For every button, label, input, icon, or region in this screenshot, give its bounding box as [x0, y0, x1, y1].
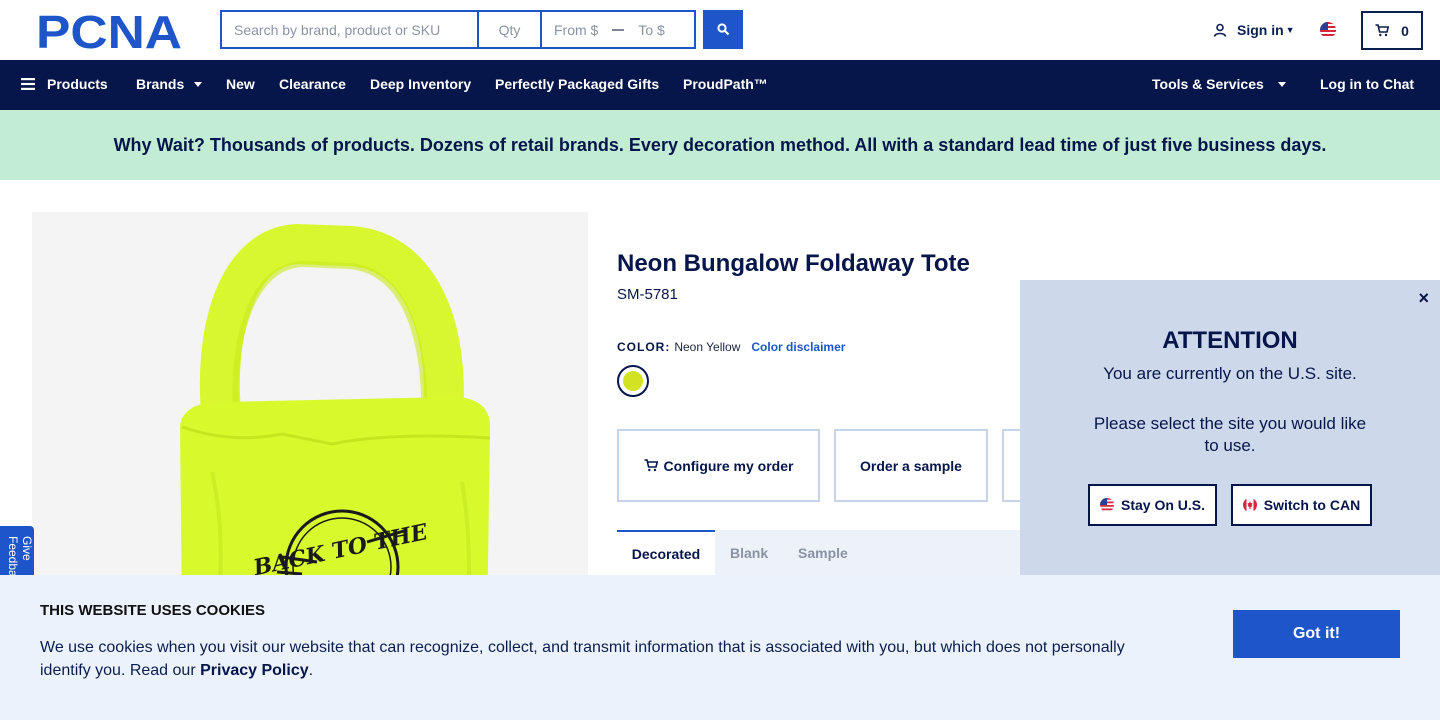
caret-down-icon [194, 81, 203, 87]
nav-clearance[interactable]: Clearance [279, 76, 346, 92]
us-flag-icon [1099, 498, 1114, 512]
nav-products-label: Products [47, 76, 108, 92]
chevron-down-icon: ▼ [1285, 25, 1295, 35]
swatch-fill [623, 371, 643, 391]
popup-current-site-text: You are currently on the U.S. site. [1103, 364, 1357, 383]
sign-in-menu[interactable]: Sign in ▼ [1213, 22, 1295, 38]
nav-brands-label: Brands [136, 76, 185, 92]
cookie-heading: THIS WEBSITE USES COOKIES [40, 602, 266, 619]
promo-banner: Why Wait? Thousands of products. Dozens … [0, 110, 1440, 180]
range-dash [612, 28, 625, 31]
tab-decorated[interactable]: Decorated [617, 530, 715, 575]
color-label: COLOR: [617, 340, 671, 354]
nav-deep-inventory[interactable]: Deep Inventory [370, 76, 471, 92]
configure-order-label: Configure my order [663, 457, 794, 474]
hamburger-icon [21, 78, 35, 90]
color-value: Neon Yellow [674, 340, 741, 354]
top-header: PCNA Search by brand, product or SKU Qty… [0, 0, 1440, 60]
privacy-policy-link[interactable]: Privacy Policy [200, 662, 309, 679]
accept-cookies-label: Got it! [1292, 625, 1341, 642]
search-input[interactable]: Search by brand, product or SKU [220, 10, 478, 49]
product-sku: SM-5781 [617, 286, 678, 303]
product-title: Neon Bungalow Foldaway Tote [617, 250, 970, 277]
cookie-period: . [308, 662, 314, 679]
cookie-text: We use cookies when you visit our websit… [40, 636, 1160, 682]
tab-sample-label: Sample [798, 544, 848, 561]
color-disclaimer-link[interactable]: Color disclaimer [751, 340, 845, 354]
price-from-field[interactable]: From $ [554, 22, 598, 38]
price-range-input[interactable]: From $ To $ [541, 10, 696, 49]
nav-tools-label: Tools & Services [1152, 76, 1264, 92]
main-nav: Products Brands New Clearance Deep Inven… [0, 60, 1440, 110]
nav-proudpath[interactable]: ProudPath™ [683, 76, 768, 92]
nav-clearance-label: Clearance [279, 76, 346, 92]
tab-decorated-label: Decorated [631, 545, 701, 562]
user-icon [1213, 23, 1227, 37]
search-bar: Search by brand, product or SKU Qty From… [220, 10, 696, 49]
qty-input[interactable]: Qty [478, 10, 541, 49]
nav-deep-inventory-label: Deep Inventory [370, 76, 472, 92]
site-selector-popup: × ATTENTION You are currently on the U.S… [1020, 280, 1440, 575]
nav-gifts-label: Perfectly Packaged Gifts [495, 76, 660, 92]
canada-flag-icon [1242, 498, 1257, 512]
tab-sample[interactable]: Sample [798, 530, 848, 575]
pcna-logo[interactable]: PCNA [36, 11, 184, 51]
search-button[interactable] [703, 10, 743, 49]
cart-button[interactable]: 0 [1361, 11, 1423, 50]
login-chat-label: Log in to Chat [1320, 76, 1415, 92]
cookie-banner: THIS WEBSITE USES COOKIES We use cookies… [0, 575, 1440, 720]
stay-us-label: Stay On U.S. [1120, 497, 1206, 513]
price-to-field[interactable]: To $ [638, 22, 664, 38]
order-sample-button[interactable]: Order a sample [834, 429, 988, 502]
cart-count: 0 [1401, 22, 1409, 39]
switch-can-button[interactable]: Switch to CAN [1231, 484, 1372, 526]
stay-us-button[interactable]: Stay On U.S. [1088, 484, 1217, 526]
accept-cookies-button[interactable]: Got it! [1233, 610, 1400, 658]
tab-blank-label: Blank [730, 544, 769, 561]
cart-icon [644, 459, 658, 472]
cart-icon [1375, 24, 1390, 37]
configure-order-button[interactable]: Configure my order [617, 429, 820, 502]
sign-in-label: Sign in [1237, 22, 1284, 38]
login-chat-link[interactable]: Log in to Chat [1320, 76, 1414, 92]
caret-down-icon [1277, 81, 1286, 87]
switch-can-label: Switch to CAN [1263, 497, 1361, 513]
nav-products[interactable]: Products [21, 76, 108, 92]
nav-new-label: New [226, 76, 255, 92]
tab-blank[interactable]: Blank [730, 530, 768, 575]
nav-gifts[interactable]: Perfectly Packaged Gifts [495, 76, 659, 92]
popup-select-site-text: Please select the site you would like to… [1093, 414, 1367, 455]
close-icon[interactable]: × [1418, 288, 1429, 309]
nav-tools-services[interactable]: Tools & Services [1152, 76, 1286, 92]
us-flag-icon[interactable] [1320, 22, 1336, 38]
color-swatch-neon-yellow[interactable] [617, 365, 649, 397]
popup-heading: ATTENTION [1162, 327, 1298, 354]
svg-text:PCNA: PCNA [36, 11, 182, 51]
promo-text: Why Wait? Thousands of products. Dozens … [113, 134, 1327, 155]
nav-proudpath-label: ProudPath™ [683, 76, 768, 92]
search-icon [716, 23, 729, 36]
nav-brands[interactable]: Brands [136, 76, 203, 92]
nav-new[interactable]: New [226, 76, 255, 92]
order-sample-label: Order a sample [860, 457, 962, 474]
color-selector-row: COLOR: Neon Yellow Color disclaimer [617, 340, 845, 354]
